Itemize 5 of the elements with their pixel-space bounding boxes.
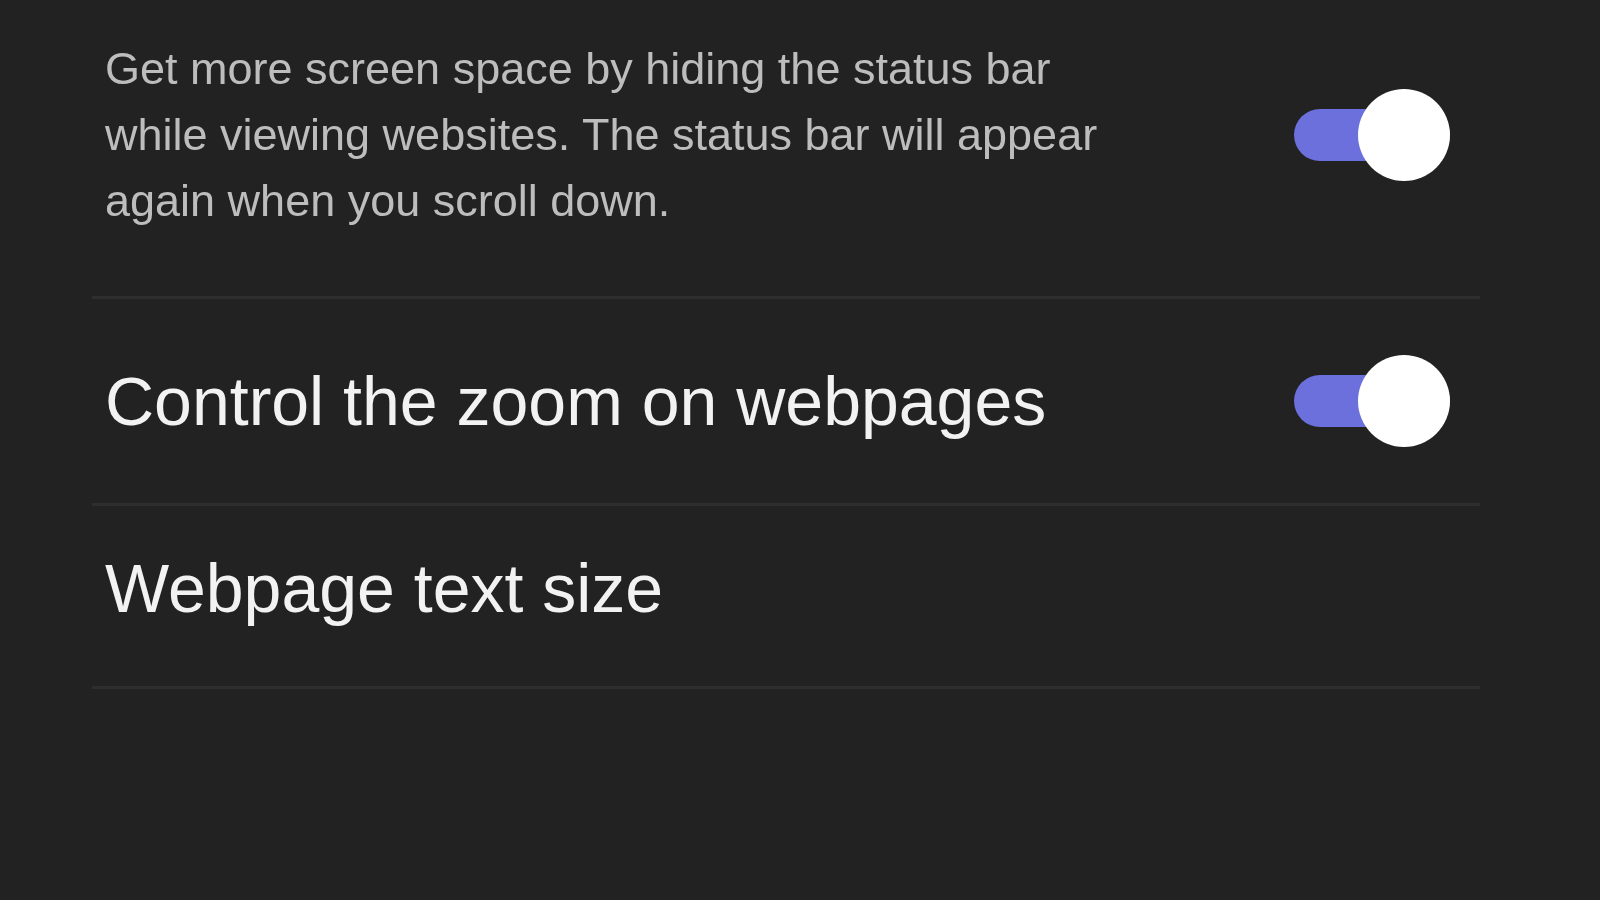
setting-title: Webpage text size: [105, 549, 665, 628]
toggle-switch[interactable]: [1294, 87, 1450, 183]
setting-description: Get more screen space by hiding the status bar while viewing websites. The status bar will appear again when you scroll down.: [105, 42, 1099, 228]
toggle-switch[interactable]: [1294, 353, 1450, 449]
setting-title: Control the zoom on webpages: [105, 362, 1048, 441]
